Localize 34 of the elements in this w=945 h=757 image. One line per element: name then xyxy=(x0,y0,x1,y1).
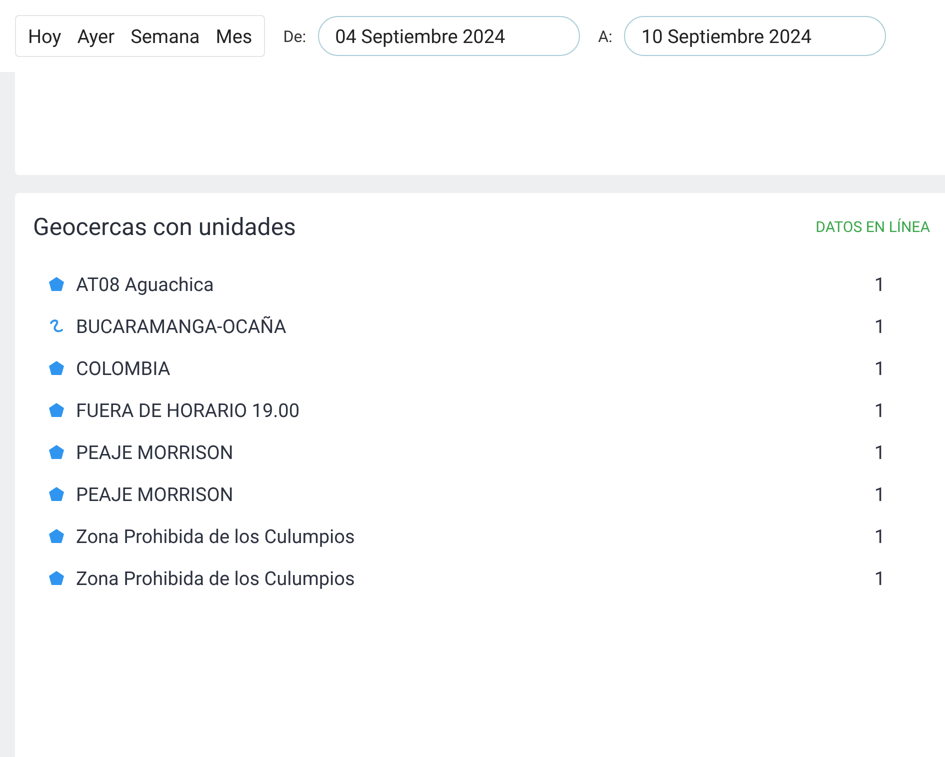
polygon-icon xyxy=(48,486,65,502)
unit-count: 1 xyxy=(874,482,885,506)
geofence-name: PEAJE MORRISON xyxy=(76,440,234,464)
geofence-name: PEAJE MORRISON xyxy=(76,482,234,506)
geofence-name: Zona Prohibida de los Culumpios xyxy=(76,524,356,548)
preset-button[interactable]: Hoy xyxy=(22,24,68,48)
online-status: DATOS EN LÍNEA xyxy=(816,218,930,236)
unit-count: 1 xyxy=(874,398,885,422)
unit-count: 1 xyxy=(874,356,885,380)
geofence-name: FUERA DE HORARIO 19.00 xyxy=(76,398,301,422)
unit-count: 1 xyxy=(874,440,885,464)
preset-button[interactable]: Mes xyxy=(210,24,258,48)
from-date-field[interactable]: 04 Septiembre 2024 xyxy=(318,16,580,56)
card-title: Geocercas con unidades xyxy=(33,213,296,241)
preset-button[interactable]: Semana xyxy=(124,24,206,48)
preset-button[interactable]: Ayer xyxy=(71,24,121,48)
unit-count: 1 xyxy=(874,524,885,548)
to-date-field[interactable]: 10 Septiembre 2024 xyxy=(624,16,886,56)
unit-count: 1 xyxy=(874,272,885,296)
unit-count: 1 xyxy=(874,566,885,590)
from-label: De: xyxy=(283,26,306,46)
geofence-name: AT08 Aguachica xyxy=(76,272,215,296)
to-label: A: xyxy=(598,26,612,46)
polygon-icon xyxy=(48,444,65,460)
geofence-name: BUCARAMANGA-OCAÑA xyxy=(76,314,288,338)
geofence-name: Zona Prohibida de los Culumpios xyxy=(76,566,356,590)
polygon-icon xyxy=(48,276,65,292)
polygon-icon xyxy=(48,360,65,376)
polygon-icon xyxy=(48,528,65,544)
polygon-icon xyxy=(48,570,65,586)
geofence-name: COLOMBIA xyxy=(76,356,172,380)
polygon-icon xyxy=(48,402,65,418)
route-icon xyxy=(48,318,65,334)
unit-count: 1 xyxy=(874,314,885,338)
